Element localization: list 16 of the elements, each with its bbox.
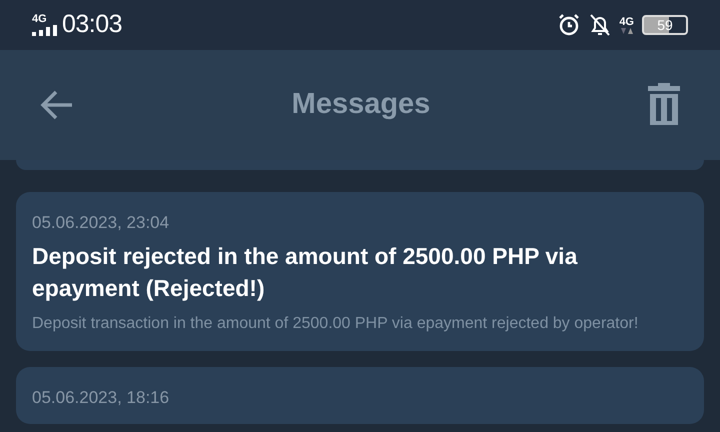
message-card[interactable]: 05.06.2023, 23:04 Deposit rejected in the amount of 2500.00 PHP via epayment (Rejected!) Deposit transaction in the amount of 2500.00 PHP via epayment rejected by operator! <box>16 192 704 351</box>
message-text: Deposit transaction in the amount of 2500.00 PHP via epayment rejected by operator! <box>32 314 640 334</box>
message-title: Deposit rejected in the amount of 2500.00 PHP via epayment (Rejected!) <box>32 242 578 303</box>
alarm-icon <box>557 13 582 37</box>
muted-bell-icon <box>589 13 612 37</box>
data-network-label: 4G <box>619 16 634 28</box>
data-arrows-icon <box>620 28 634 34</box>
page-title: Messages <box>292 87 430 122</box>
delete-icon[interactable] <box>648 83 680 127</box>
network-label: 4G <box>32 14 48 25</box>
clock-time: 03:03 <box>62 9 122 40</box>
back-arrow-icon[interactable] <box>40 90 74 120</box>
message-date: 05.06.2023, 23:04 <box>32 212 170 234</box>
message-date: 05.06.2023, 18:16 <box>32 386 170 409</box>
signal-icon <box>32 25 58 36</box>
message-card[interactable]: 05.06.2023, 18:16 <box>16 366 704 424</box>
